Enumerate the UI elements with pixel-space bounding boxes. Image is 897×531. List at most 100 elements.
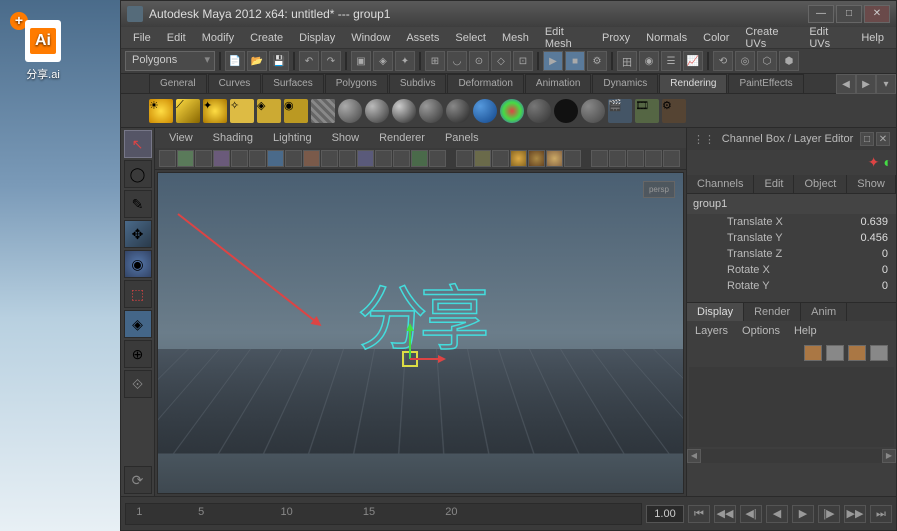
- vp-menu-lighting[interactable]: Lighting: [263, 130, 322, 146]
- shelf-tab-general[interactable]: General: [149, 74, 207, 93]
- ramp-shader-icon[interactable]: [473, 99, 497, 123]
- menu-select[interactable]: Select: [447, 29, 494, 47]
- cb-manip-icon[interactable]: ◐: [884, 154, 892, 171]
- directional-light-icon[interactable]: ☀: [149, 99, 173, 123]
- blinn-icon[interactable]: [365, 99, 389, 123]
- step-forward-button[interactable]: ▶▶: [844, 505, 866, 523]
- vp-menu-show[interactable]: Show: [322, 130, 370, 146]
- move-tool-icon[interactable]: ✥: [124, 220, 152, 248]
- snap-curve-icon[interactable]: ◡: [447, 51, 467, 71]
- misc3-icon[interactable]: ⬢: [779, 51, 799, 71]
- open-scene-icon[interactable]: 📂: [247, 51, 267, 71]
- menu-display[interactable]: Display: [291, 29, 343, 47]
- attr-rotatey[interactable]: Rotate Y0: [687, 278, 896, 294]
- cb-close-icon[interactable]: ✕: [876, 132, 890, 146]
- cb-tab-channels[interactable]: Channels: [687, 175, 754, 193]
- new-scene-icon[interactable]: 📄: [225, 51, 245, 71]
- last-tool-icon[interactable]: ⟳: [124, 466, 152, 494]
- current-frame-input[interactable]: 1.00: [646, 505, 684, 523]
- attr-rotatex[interactable]: Rotate X0: [687, 262, 896, 278]
- show-manip-icon[interactable]: ⟐: [124, 370, 152, 398]
- shader1-icon[interactable]: [527, 99, 551, 123]
- menu-window[interactable]: Window: [343, 29, 398, 47]
- layer-menu-options[interactable]: Options: [742, 325, 780, 337]
- shelf-tab-painteffects[interactable]: PaintEffects: [728, 74, 803, 93]
- gizmo-y-axis-icon[interactable]: [409, 329, 411, 359]
- time-slider[interactable]: 1 5 10 15 20: [125, 503, 642, 525]
- vp-gate-mask-icon[interactable]: [285, 150, 302, 167]
- snap-grid-icon[interactable]: ⊞: [425, 51, 445, 71]
- menu-edit[interactable]: Edit: [159, 29, 194, 47]
- volume-light-icon[interactable]: ◉: [284, 99, 308, 123]
- render-icon[interactable]: ▶: [543, 51, 563, 71]
- shelf-prev-icon[interactable]: ◀: [836, 74, 856, 94]
- vp-shadow-icon[interactable]: [411, 150, 428, 167]
- spot-light-icon[interactable]: ⟋: [176, 99, 200, 123]
- construction-history-icon[interactable]: ⟲: [713, 51, 733, 71]
- vp-textured-icon[interactable]: [375, 150, 392, 167]
- vp-smooth-icon[interactable]: [357, 150, 374, 167]
- snap-plane-icon[interactable]: ◇: [491, 51, 511, 71]
- layer-menu-layers[interactable]: Layers: [695, 325, 728, 337]
- rotate-tool-icon[interactable]: ◉: [124, 250, 152, 278]
- play-back-button[interactable]: ◀: [766, 505, 788, 523]
- maximize-button[interactable]: □: [836, 5, 862, 23]
- cb-pin-icon[interactable]: □: [860, 132, 874, 146]
- render-view-icon[interactable]: 🎬: [608, 99, 632, 123]
- area-light-icon[interactable]: ✧: [230, 99, 254, 123]
- layer-delete-icon[interactable]: [870, 345, 888, 361]
- channel-box-titlebar[interactable]: ⋮⋮ Channel Box / Layer Editor □ ✕: [687, 128, 896, 150]
- vp-select-camera-icon[interactable]: [159, 150, 176, 167]
- redo-icon[interactable]: ↷: [321, 51, 341, 71]
- layer-tab-anim[interactable]: Anim: [801, 303, 847, 321]
- lambert-icon[interactable]: [338, 99, 362, 123]
- attr-translatez[interactable]: Translate Z0: [687, 246, 896, 262]
- menu-proxy[interactable]: Proxy: [594, 29, 638, 47]
- render-settings-icon[interactable]: ⚙: [587, 51, 607, 71]
- vp-renderer4-icon[interactable]: [645, 150, 662, 167]
- desktop-file-icon[interactable]: + 分享.ai: [18, 20, 68, 82]
- shader3-icon[interactable]: [581, 99, 605, 123]
- shelf-tab-subdivs[interactable]: Subdivs: [389, 74, 447, 93]
- menu-edituvs[interactable]: Edit UVs: [801, 23, 853, 53]
- vp-light-icon[interactable]: [393, 150, 410, 167]
- point-light-icon[interactable]: ✦: [203, 99, 227, 123]
- anisotropic-icon[interactable]: [446, 99, 470, 123]
- menu-create[interactable]: Create: [242, 29, 291, 47]
- batch-render-icon[interactable]: 🎞: [635, 99, 659, 123]
- gizmo-x-axis-icon[interactable]: [410, 358, 440, 360]
- cb-tab-object[interactable]: Object: [794, 175, 847, 193]
- prev-key-button[interactable]: ◀|: [740, 505, 762, 523]
- vp-2d-icon[interactable]: [213, 150, 230, 167]
- layer-empty-icon[interactable]: [848, 345, 866, 361]
- lasso-tool-icon[interactable]: ◯: [124, 160, 152, 188]
- menu-editmesh[interactable]: Edit Mesh: [537, 23, 594, 53]
- close-button[interactable]: ✕: [864, 5, 890, 23]
- vp-image-plane-icon[interactable]: [195, 150, 212, 167]
- layer-list[interactable]: [689, 367, 894, 447]
- phonge-icon[interactable]: [419, 99, 443, 123]
- vp-film-gate-icon[interactable]: [249, 150, 266, 167]
- scale-tool-icon[interactable]: ⬚: [124, 280, 152, 308]
- vp-menu-panels[interactable]: Panels: [435, 130, 489, 146]
- vp-xray-icon[interactable]: [474, 150, 491, 167]
- vp-hq-icon[interactable]: [429, 150, 446, 167]
- layered-shader-icon[interactable]: [500, 99, 524, 123]
- attr-translatex[interactable]: Translate X0.639: [687, 214, 896, 230]
- scroll-left-icon[interactable]: ◀: [687, 449, 701, 463]
- menu-color[interactable]: Color: [695, 29, 737, 47]
- object-name[interactable]: group1: [687, 194, 896, 214]
- vp-res-gate-icon[interactable]: [267, 150, 284, 167]
- shelf-tab-curves[interactable]: Curves: [208, 74, 262, 93]
- vp-menu-shading[interactable]: Shading: [203, 130, 263, 146]
- shader2-icon[interactable]: [554, 99, 578, 123]
- save-scene-icon[interactable]: 💾: [269, 51, 289, 71]
- cb-tab-edit[interactable]: Edit: [754, 175, 794, 193]
- step-back-button[interactable]: ◀◀: [714, 505, 736, 523]
- render-globals-icon[interactable]: ⚙: [662, 99, 686, 123]
- go-start-button[interactable]: ⏮: [688, 505, 710, 523]
- shelf-tab-deformation[interactable]: Deformation: [447, 74, 523, 93]
- vp-menu-renderer[interactable]: Renderer: [369, 130, 435, 146]
- shelf-tab-dynamics[interactable]: Dynamics: [592, 74, 658, 93]
- vp-opt1-icon[interactable]: [492, 150, 509, 167]
